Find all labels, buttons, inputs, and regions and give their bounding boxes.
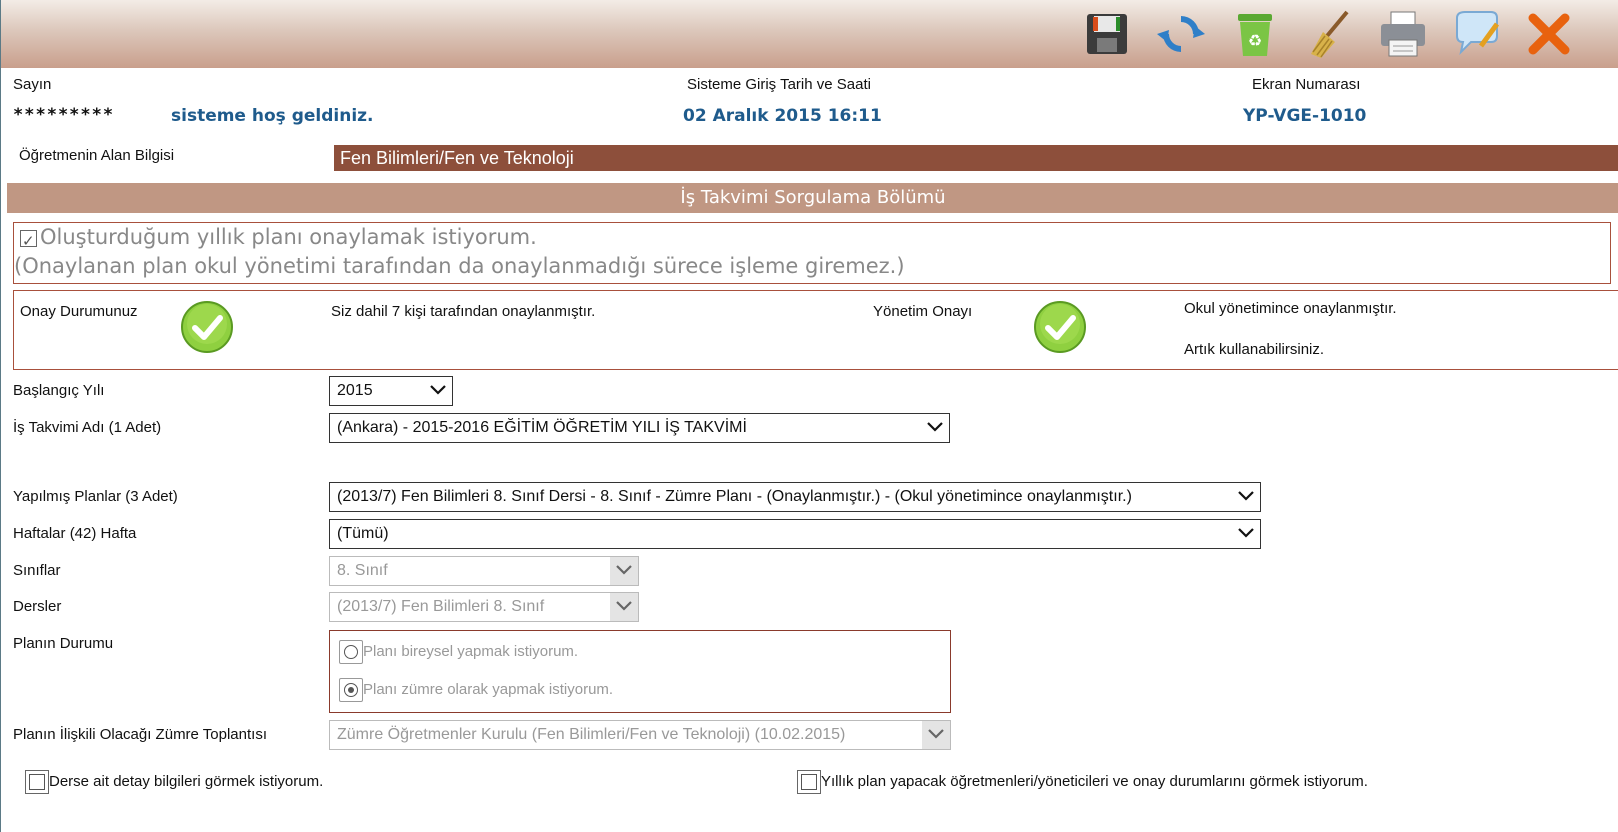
haftalar-value: (Tümü) bbox=[337, 525, 389, 542]
dersler-label: Dersler bbox=[13, 598, 62, 615]
is-takvimi-value: (Ankara) - 2015-2016 EĞİTİM ÖĞRETİM YILI… bbox=[337, 419, 747, 436]
yonetim-onay-label: Yönetim Onayı bbox=[873, 303, 973, 320]
yapilmis-planlar-value: (2013/7) Fen Bilimleri 8. Sınıf Dersi - … bbox=[337, 488, 1132, 505]
yonetim-onay-note: Artık kullanabilirsiniz. bbox=[1184, 341, 1325, 358]
yonetim-onay-text: Okul yönetimince onaylanmıştır. bbox=[1184, 300, 1397, 317]
siniflar-label: Sınıflar bbox=[13, 562, 61, 579]
chevron-down-icon bbox=[1238, 491, 1254, 501]
radio-bireysel-circle[interactable] bbox=[344, 645, 358, 659]
plan-durum-radio-group: Planı bireysel yapmak istiyorum. Planı z… bbox=[329, 630, 951, 713]
recycle-bin-icon[interactable]: ♻ bbox=[1229, 8, 1281, 60]
login-date-value: 02 Aralık 2015 16:11 bbox=[683, 106, 882, 126]
chevron-down-icon bbox=[430, 385, 446, 395]
baslangic-yili-value: 2015 bbox=[337, 382, 373, 399]
siniflar-select: 8. Sınıf bbox=[329, 556, 639, 586]
alan-value: Fen Bilimleri/Fen ve Teknoloji bbox=[334, 145, 1618, 171]
radio-bireysel[interactable]: Planı bireysel yapmak istiyorum. bbox=[339, 640, 578, 664]
approve-plan-checkbox[interactable] bbox=[20, 227, 37, 256]
yillik-plan-checkbox[interactable] bbox=[797, 770, 821, 794]
yapilmis-planlar-label: Yapılmış Planlar (3 Adet) bbox=[13, 488, 178, 505]
comment-icon[interactable] bbox=[1451, 8, 1503, 60]
dersler-value: (2013/7) Fen Bilimleri 8. Sınıf bbox=[337, 598, 545, 615]
screen-number-value: YP-VGE-1010 bbox=[1243, 106, 1367, 126]
chevron-down-icon bbox=[927, 422, 943, 432]
yillik-plan-checkbox-label: Yıllık plan yapacak öğretmenleri/yönetic… bbox=[821, 772, 1368, 790]
haftalar-label: Haftalar (42) Hafta bbox=[13, 525, 137, 542]
screen-number-label: Ekran Numarası bbox=[1252, 76, 1361, 93]
broom-icon[interactable] bbox=[1303, 8, 1355, 60]
masked-user-name: ********* bbox=[13, 105, 115, 125]
siniflar-value: 8. Sınıf bbox=[337, 562, 388, 579]
chevron-down-icon bbox=[928, 729, 944, 739]
section-title: İş Takvimi Sorgulama Bölümü bbox=[7, 183, 1618, 213]
radio-frame bbox=[339, 640, 363, 664]
approval-status-box: Onay Durumunuz Siz dahil 7 kişi tarafınd… bbox=[13, 290, 1618, 370]
page: ♻ Sayın ********* sisteme hoş geldiniz. … bbox=[0, 0, 1618, 832]
approve-plan-note: (Onaylanan plan okul yönetimi tarafından… bbox=[14, 254, 905, 278]
alan-label: Öğretmenin Alan Bilgisi bbox=[19, 147, 175, 164]
detay-checkbox-label: Derse ait detay bilgileri görmek istiyor… bbox=[49, 772, 324, 790]
radio-zumre-circle[interactable] bbox=[344, 683, 358, 697]
detay-checkbox-row[interactable]: Derse ait detay bilgileri görmek istiyor… bbox=[25, 770, 323, 794]
is-takvimi-select[interactable]: (Ankara) - 2015-2016 EĞİTİM ÖĞRETİM YILI… bbox=[329, 413, 950, 443]
radio-bireysel-label: Planı bireysel yapmak istiyorum. bbox=[363, 642, 579, 660]
radio-frame bbox=[339, 678, 363, 702]
approve-plan-box: Oluşturduğum yıllık planı onaylamak isti… bbox=[13, 222, 1611, 284]
is-takvimi-label: İş Takvimi Adı (1 Adet) bbox=[13, 419, 162, 436]
sayin-label: Sayın bbox=[13, 76, 52, 93]
approved-check-icon bbox=[180, 300, 234, 354]
zumre-toplanti-label: Planın İlişkili Olacağı Zümre Toplantısı bbox=[13, 726, 267, 743]
baslangic-yili-label: Başlangıç Yılı bbox=[13, 382, 105, 399]
haftalar-select[interactable]: (Tümü) bbox=[329, 519, 1261, 549]
approve-plan-checkbox-row[interactable]: Oluşturduğum yıllık planı onaylamak isti… bbox=[20, 223, 1610, 256]
approve-plan-label: Oluşturduğum yıllık planı onaylamak isti… bbox=[40, 225, 537, 249]
radio-zumre[interactable]: Planı zümre olarak yapmak istiyorum. bbox=[339, 678, 613, 702]
detay-checkbox[interactable] bbox=[25, 770, 49, 794]
close-icon[interactable] bbox=[1523, 8, 1575, 60]
plan-durum-label: Planın Durumu bbox=[13, 635, 114, 652]
save-icon[interactable] bbox=[1081, 8, 1133, 60]
zumre-toplanti-value: Zümre Öğretmenler Kurulu (Fen Bilimleri/… bbox=[337, 726, 846, 743]
refresh-icon[interactable] bbox=[1155, 8, 1207, 60]
dersler-select: (2013/7) Fen Bilimleri 8. Sınıf bbox=[329, 592, 639, 622]
radio-zumre-label: Planı zümre olarak yapmak istiyorum. bbox=[363, 680, 614, 698]
welcome-text: sisteme hoş geldiniz. bbox=[171, 106, 374, 126]
chevron-down-icon bbox=[616, 601, 632, 611]
login-date-label: Sisteme Giriş Tarih ve Saati bbox=[687, 76, 871, 93]
toolbar: ♻ bbox=[1, 0, 1618, 68]
chevron-down-icon bbox=[1238, 528, 1254, 538]
chevron-down-icon bbox=[616, 565, 632, 575]
printer-icon[interactable] bbox=[1377, 8, 1429, 60]
management-approved-check-icon bbox=[1033, 300, 1087, 354]
onay-durum-text: Siz dahil 7 kişi tarafından onaylanmıştı… bbox=[331, 303, 596, 320]
yapilmis-planlar-select[interactable]: (2013/7) Fen Bilimleri 8. Sınıf Dersi - … bbox=[329, 482, 1261, 512]
yillik-plan-checkbox-row[interactable]: Yıllık plan yapacak öğretmenleri/yönetic… bbox=[797, 770, 1368, 794]
zumre-toplanti-select: Zümre Öğretmenler Kurulu (Fen Bilimleri/… bbox=[329, 720, 951, 750]
svg-text:♻: ♻ bbox=[1248, 33, 1262, 50]
onay-durum-label: Onay Durumunuz bbox=[20, 303, 138, 320]
baslangic-yili-select[interactable]: 2015 bbox=[329, 376, 453, 406]
